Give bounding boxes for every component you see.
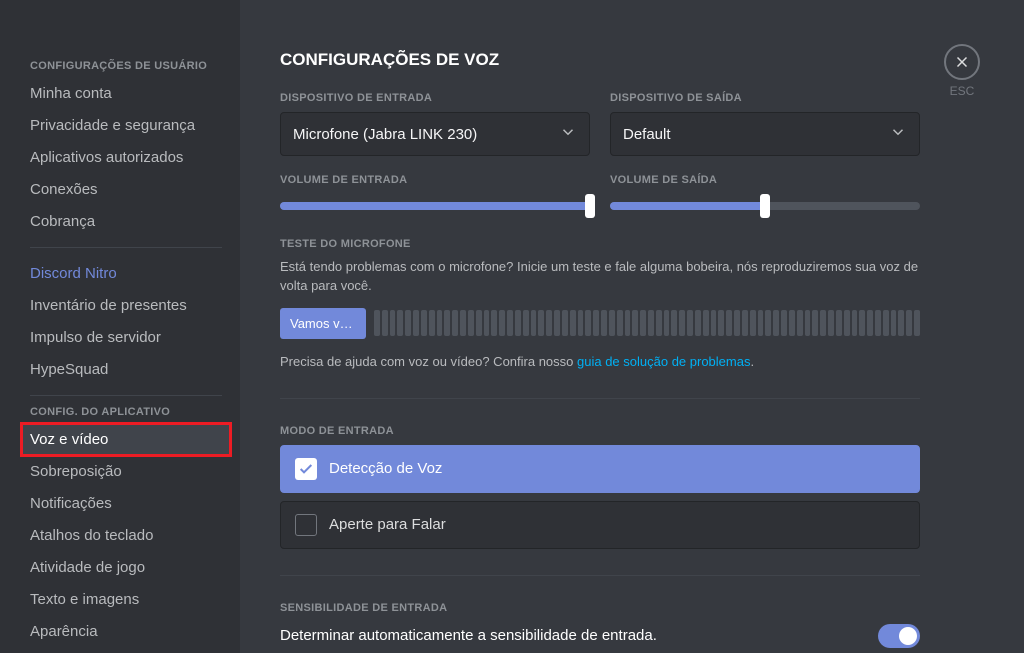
chevron-down-icon (559, 123, 577, 145)
mic-test-help: Está tendo problemas com o microfone? In… (280, 258, 920, 296)
sidebar-item-connections[interactable]: Conexões (22, 174, 230, 205)
chevron-down-icon (889, 123, 907, 145)
input-device-select[interactable]: Microfone (Jabra LINK 230) (280, 112, 590, 156)
mic-test-button[interactable]: Vamos verif... (280, 308, 366, 339)
input-mode-label: MODO DE ENTRADA (280, 425, 920, 437)
sidebar-item-nitro[interactable]: Discord Nitro (22, 258, 230, 289)
input-device-value: Microfone (Jabra LINK 230) (293, 126, 477, 143)
sensitivity-label: SENSIBILIDADE DE ENTRADA (280, 602, 920, 614)
sidebar-item-game-activity[interactable]: Atividade de jogo (22, 552, 230, 583)
sidebar-item-hypesquad[interactable]: HypeSquad (22, 354, 230, 385)
mic-level-meter (374, 310, 920, 336)
input-device-label: DISPOSITIVO DE ENTRADA (280, 92, 590, 104)
input-volume-slider[interactable] (280, 202, 590, 210)
close-icon (944, 44, 980, 80)
sidebar-item-gift-inventory[interactable]: Inventário de presentes (22, 290, 230, 321)
output-volume-label: VOLUME DE SAÍDA (610, 174, 920, 186)
page-title: CONFIGURAÇÕES DE VOZ (280, 50, 920, 70)
sidebar-item-keybinds[interactable]: Atalhos do teclado (22, 520, 230, 551)
voice-activity-label: Detecção de Voz (329, 460, 442, 477)
output-volume-slider[interactable] (610, 202, 920, 210)
close-settings-button[interactable]: ESC (944, 44, 980, 98)
section-header-user: CONFIGURAÇÕES DE USUÁRIO (30, 60, 230, 72)
section-header-app: CONFIG. DO APLICATIVO (30, 406, 230, 418)
auto-sensitivity-toggle[interactable] (878, 624, 920, 648)
input-volume-label: VOLUME DE ENTRADA (280, 174, 590, 186)
sidebar-item-text-images[interactable]: Texto e imagens (22, 584, 230, 615)
ptt-label: Aperte para Falar (329, 516, 446, 533)
input-mode-push-to-talk[interactable]: Aperte para Falar (280, 501, 920, 549)
sidebar-item-appearance[interactable]: Aparência (22, 616, 230, 647)
auto-sensitivity-label: Determinar automaticamente a sensibilida… (280, 627, 657, 644)
output-device-value: Default (623, 126, 671, 143)
troubleshoot-link[interactable]: guia de solução de problemas (577, 354, 750, 369)
sidebar-item-overlay[interactable]: Sobreposição (22, 456, 230, 487)
close-label: ESC (950, 84, 975, 98)
checkbox-checked-icon (295, 458, 317, 480)
settings-main: ESC CONFIGURAÇÕES DE VOZ DISPOSITIVO DE … (240, 0, 1024, 653)
output-device-label: DISPOSITIVO DE SAÍDA (610, 92, 920, 104)
sidebar-item-account[interactable]: Minha conta (22, 78, 230, 109)
sidebar-item-notifications[interactable]: Notificações (22, 488, 230, 519)
mic-test-label: TESTE DO MICROFONE (280, 238, 920, 250)
divider (30, 395, 222, 396)
divider (280, 575, 920, 576)
voice-help-text: Precisa de ajuda com voz ou vídeo? Confi… (280, 353, 920, 372)
settings-sidebar: CONFIGURAÇÕES DE USUÁRIO Minha conta Pri… (0, 0, 240, 653)
sidebar-item-voice-video[interactable]: Voz e vídeo (22, 424, 230, 455)
divider (280, 398, 920, 399)
sidebar-item-billing[interactable]: Cobrança (22, 206, 230, 237)
input-mode-voice-activity[interactable]: Detecção de Voz (280, 445, 920, 493)
divider (30, 247, 222, 248)
sidebar-item-server-boost[interactable]: Impulso de servidor (22, 322, 230, 353)
output-device-select[interactable]: Default (610, 112, 920, 156)
sidebar-item-authorized-apps[interactable]: Aplicativos autorizados (22, 142, 230, 173)
sidebar-item-privacy[interactable]: Privacidade e segurança (22, 110, 230, 141)
checkbox-empty-icon (295, 514, 317, 536)
